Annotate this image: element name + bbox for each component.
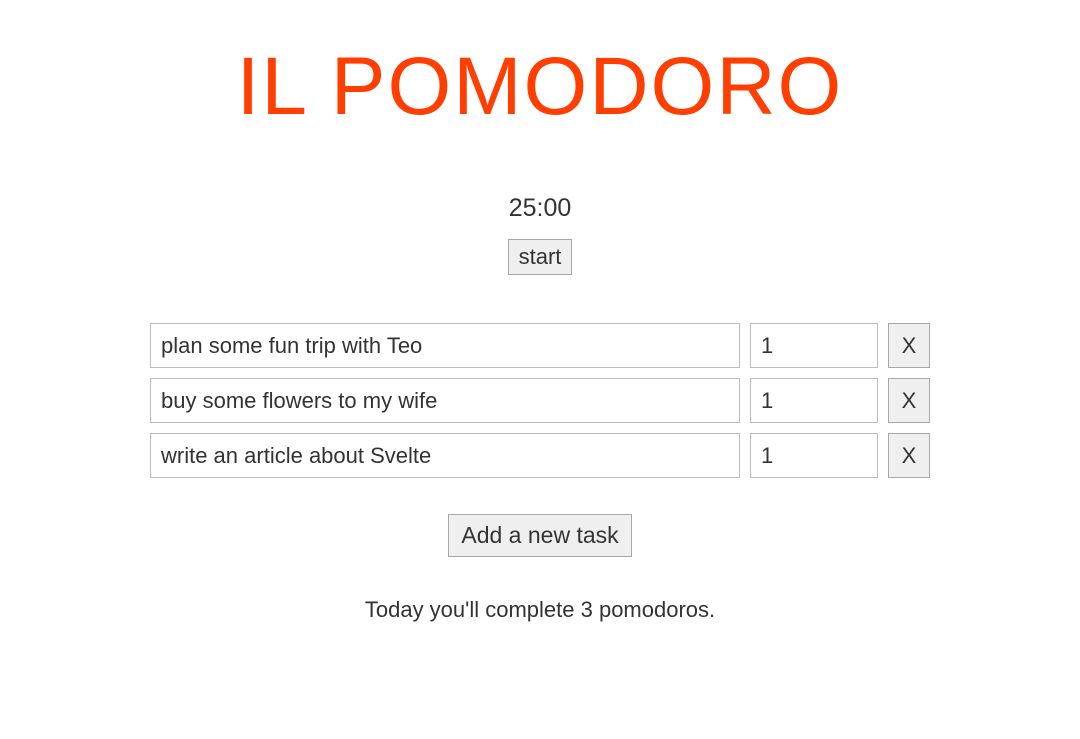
task-list: X X X xyxy=(150,323,930,478)
start-button[interactable]: start xyxy=(508,239,573,275)
task-name-input[interactable] xyxy=(150,378,740,423)
app-title: IL POMODORO xyxy=(237,40,844,134)
delete-task-button[interactable]: X xyxy=(888,433,930,478)
task-name-input[interactable] xyxy=(150,323,740,368)
delete-task-button[interactable]: X xyxy=(888,378,930,423)
timer-display: 25:00 xyxy=(509,194,572,223)
delete-task-button[interactable]: X xyxy=(888,323,930,368)
task-count-input[interactable] xyxy=(750,323,878,368)
task-count-input[interactable] xyxy=(750,433,878,478)
task-name-input[interactable] xyxy=(150,433,740,478)
add-task-button[interactable]: Add a new task xyxy=(448,514,631,557)
task-row: X xyxy=(150,378,930,423)
summary-text: Today you'll complete 3 pomodoros. xyxy=(365,597,715,623)
task-count-input[interactable] xyxy=(750,378,878,423)
task-row: X xyxy=(150,433,930,478)
task-row: X xyxy=(150,323,930,368)
